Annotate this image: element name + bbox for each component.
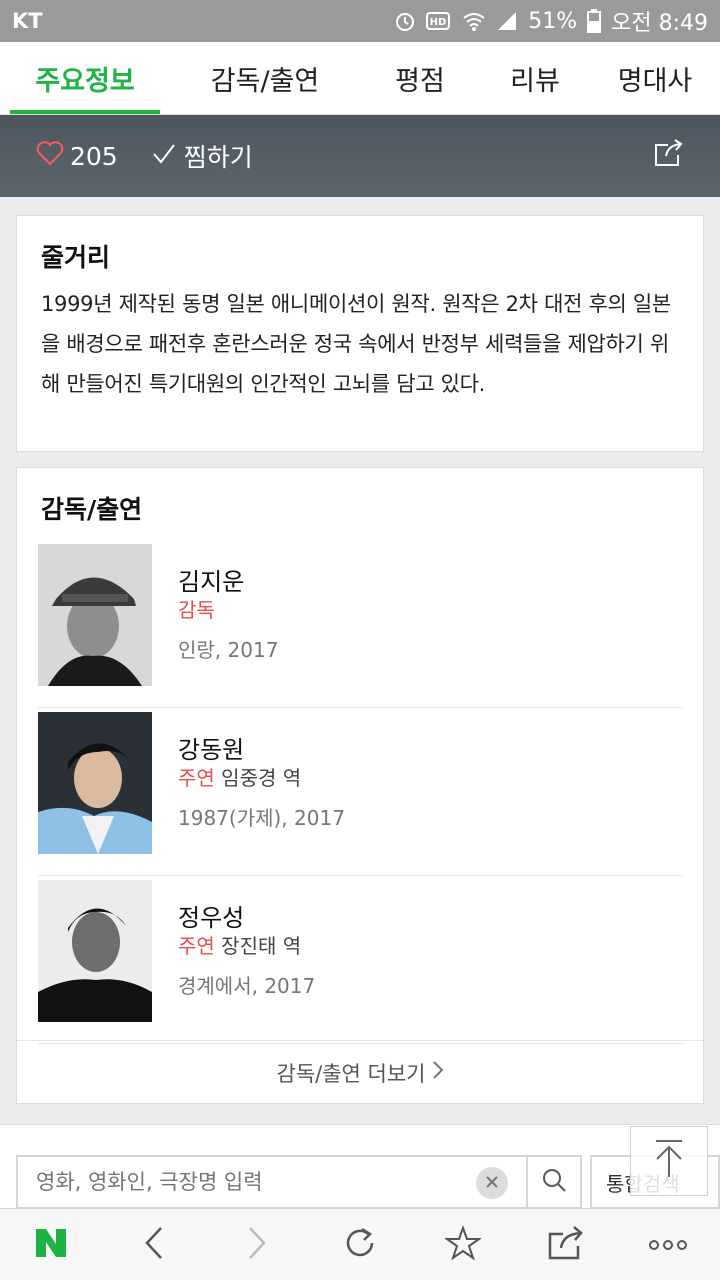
person-role: 감독 <box>178 598 215 622</box>
browser-toolbar <box>0 1208 720 1280</box>
refresh-icon <box>342 1225 378 1265</box>
chevron-right-icon <box>432 1060 444 1085</box>
hd-label: HD <box>430 17 447 28</box>
person-photo[interactable] <box>38 880 152 1022</box>
bookmark-button[interactable] <box>423 1213 503 1277</box>
heart-icon <box>36 140 64 172</box>
person-works: 경계에서, 2017 <box>178 974 316 998</box>
person-row[interactable]: 김지운 감독 인랑, 2017 <box>38 540 683 708</box>
naver-logo-icon <box>34 1227 68 1263</box>
hd-voice-icon: HD <box>426 10 452 32</box>
arrow-up-icon <box>652 1139 686 1183</box>
like-count: 205 <box>70 141 118 171</box>
more-dots-icon <box>648 1235 688 1254</box>
person-role: 주연 <box>178 766 215 790</box>
person-character: 장진태 역 <box>221 934 302 958</box>
person-name: 강동원 <box>178 736 245 764</box>
person-row[interactable]: 강동원 주연 임중경 역 1987(가제), 2017 <box>38 708 683 876</box>
person-info: 김지운 감독 인랑, 2017 <box>178 544 278 663</box>
like-button[interactable]: 205 <box>36 140 118 172</box>
synopsis-card: 줄거리 1999년 제작된 동명 일본 애니메이션이 원작. 원작은 2차 대전… <box>16 215 704 452</box>
movie-tabs: 주요정보 감독/출연 평점 리뷰 명대사 <box>0 42 720 115</box>
person-role-line: 주연 임중경 역 <box>178 764 345 792</box>
person-role-line: 주연 장진태 역 <box>178 932 315 960</box>
search-button[interactable] <box>526 1155 582 1209</box>
person-info: 강동원 주연 임중경 역 1987(가제), 2017 <box>178 712 345 831</box>
cast-card: 감독/출연 김지운 감독 인랑, 2017 강동원 주연 임중경 역 1987(… <box>16 467 704 1104</box>
search-area: 통합검색 <box>0 1124 720 1210</box>
signal-icon <box>496 10 518 32</box>
action-bar: 205 찜하기 <box>0 115 720 197</box>
person-works: 1987(가제), 2017 <box>178 806 345 830</box>
status-bar: KT HD 51% 오전 8:49 <box>0 0 720 42</box>
cast-more-link[interactable]: 감독/출연 더보기 <box>17 1040 703 1104</box>
more-menu-button[interactable] <box>628 1213 708 1277</box>
share-button[interactable] <box>654 139 684 173</box>
tab-main-info[interactable]: 주요정보 <box>0 42 170 114</box>
back-button[interactable] <box>114 1213 194 1277</box>
naver-home-button[interactable] <box>11 1213 91 1277</box>
share-icon <box>654 139 684 173</box>
person-name: 정우성 <box>178 904 245 932</box>
search-box <box>16 1155 526 1209</box>
star-icon <box>443 1224 482 1265</box>
wifi-icon <box>462 10 486 32</box>
person-works: 인랑, 2017 <box>178 638 279 662</box>
person-character: 임중경 역 <box>221 766 302 790</box>
jjim-label: 찜하기 <box>183 143 253 172</box>
cast-title: 감독/출연 <box>41 495 143 524</box>
forward-button[interactable] <box>217 1213 297 1277</box>
scroll-top-button[interactable] <box>630 1126 708 1196</box>
person-row[interactable]: 정우성 주연 장진태 역 경계에서, 2017 <box>38 876 683 1044</box>
person-role-line: 감독 <box>178 596 278 624</box>
battery-percent: 51% <box>528 8 578 34</box>
synopsis-title: 줄거리 <box>41 243 111 272</box>
close-icon <box>485 1174 499 1193</box>
tab-review[interactable]: 리뷰 <box>480 42 590 114</box>
refresh-button[interactable] <box>320 1213 400 1277</box>
person-name: 김지운 <box>178 568 245 596</box>
synopsis-text: 1999년 제작된 동명 일본 애니메이션이 원작. 원작은 2차 대전 후의 … <box>41 292 671 396</box>
share-page-button[interactable] <box>526 1213 606 1277</box>
chevron-left-icon <box>144 1226 164 1264</box>
chevron-right-icon <box>247 1226 267 1264</box>
battery-icon <box>587 9 602 33</box>
person-role: 주연 <box>178 934 215 958</box>
alarm-icon <box>394 10 416 32</box>
clock: 오전 8:49 <box>611 11 708 36</box>
search-input[interactable] <box>36 1170 436 1194</box>
share-icon <box>547 1225 585 1264</box>
search-icon <box>541 1167 567 1197</box>
clear-search-button[interactable] <box>476 1167 508 1199</box>
tab-director-cast[interactable]: 감독/출연 <box>170 42 360 114</box>
status-icons: HD 51% 오전 8:49 <box>394 5 708 37</box>
person-photo[interactable] <box>38 544 152 686</box>
carrier-label: KT <box>12 9 43 33</box>
jjim-button[interactable]: 찜하기 <box>152 138 253 174</box>
person-photo[interactable] <box>38 712 152 854</box>
tab-rating[interactable]: 평점 <box>360 42 480 114</box>
cast-more-label: 감독/출연 더보기 <box>276 1061 426 1086</box>
person-info: 정우성 주연 장진태 역 경계에서, 2017 <box>178 880 315 999</box>
tab-quotes[interactable]: 명대사 <box>590 42 720 114</box>
check-icon <box>152 142 176 171</box>
